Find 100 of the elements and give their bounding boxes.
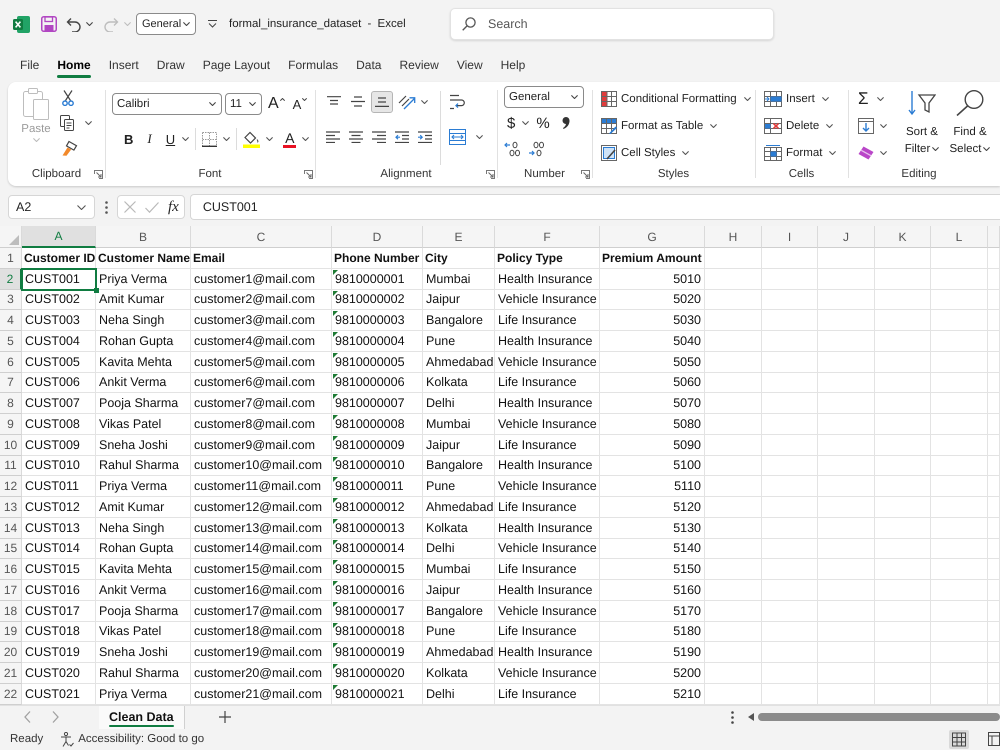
shrink-font-button[interactable]: A — [292, 96, 308, 112]
row-header[interactable]: 8 — [0, 393, 22, 414]
caret-icon[interactable] — [302, 137, 310, 141]
sheet-tab[interactable]: Clean Data — [99, 706, 185, 728]
menu-tab[interactable]: Formulas — [279, 52, 348, 80]
text-orientation-icon[interactable] — [398, 94, 416, 110]
row-header[interactable]: 21 — [0, 663, 22, 684]
italic-button[interactable]: I — [147, 131, 152, 147]
caret-icon[interactable] — [880, 124, 887, 128]
column-header[interactable]: B — [96, 226, 191, 248]
find-select-button[interactable]: Find & Select — [947, 88, 993, 158]
menu-tab[interactable]: Insert — [100, 52, 148, 80]
page-layout-icon[interactable] — [988, 732, 1000, 746]
menu-tab[interactable]: Help — [492, 52, 534, 80]
row-header[interactable]: 12 — [0, 476, 22, 497]
row-header[interactable]: 11 — [0, 456, 22, 476]
caret-icon[interactable] — [223, 137, 230, 141]
dialog-launcher-icon[interactable] — [486, 170, 494, 178]
add-sheet-icon[interactable] — [218, 711, 231, 723]
number-format-dropdown[interactable]: General — [504, 86, 584, 108]
row-header[interactable]: 7 — [0, 372, 22, 394]
row-header[interactable]: 6 — [0, 352, 22, 372]
decrease-decimal-icon[interactable] — [528, 141, 544, 157]
row-header[interactable]: 1 — [0, 248, 22, 269]
caret-icon[interactable] — [880, 151, 887, 155]
caret-icon[interactable] — [182, 137, 190, 141]
row-header[interactable]: 2 — [0, 268, 22, 290]
decrease-indent-icon[interactable] — [395, 131, 409, 143]
cell-styles-button[interactable]: Cell Styles — [601, 142, 690, 164]
app-icon[interactable] — [13, 16, 30, 32]
font-color-button[interactable]: A — [283, 130, 296, 148]
row-header[interactable]: 9 — [0, 414, 22, 435]
caret-icon[interactable] — [85, 121, 92, 125]
vertical-align-button[interactable] — [371, 91, 393, 113]
row-header[interactable]: 14 — [0, 518, 22, 538]
column-header[interactable]: F — [495, 226, 600, 248]
eraser-icon[interactable] — [858, 146, 874, 160]
row-header[interactable]: 22 — [0, 684, 22, 704]
caret-icon[interactable] — [876, 97, 884, 101]
row-header[interactable]: 3 — [0, 290, 22, 310]
accessibility-button[interactable]: Accessibility: Good to go — [60, 732, 204, 747]
menu-tab[interactable]: Review — [390, 52, 448, 80]
currency-button[interactable]: $ — [507, 114, 516, 132]
scroll-left-icon[interactable] — [748, 713, 754, 721]
row-header[interactable]: 16 — [0, 559, 22, 580]
column-header[interactable]: K — [875, 226, 931, 248]
font-name-dropdown[interactable]: Calibri — [112, 93, 222, 115]
conditional-formatting-button[interactable]: Conditional Formatting — [601, 88, 751, 110]
row-header[interactable]: 17 — [0, 580, 22, 601]
column-header[interactable]: A — [22, 226, 96, 248]
horizontal-scrollbar[interactable] — [748, 710, 1000, 724]
borders-icon[interactable] — [202, 132, 218, 146]
scissors-icon[interactable] — [62, 90, 74, 106]
dialog-launcher-icon[interactable] — [94, 170, 102, 178]
comma-style-icon[interactable] — [562, 117, 570, 129]
fill-handle[interactable] — [94, 288, 99, 292]
row-header[interactable]: 5 — [0, 331, 22, 352]
row-header[interactable]: 4 — [0, 310, 22, 331]
font-size-dropdown[interactable]: 11 — [225, 93, 262, 115]
caret-icon[interactable] — [266, 137, 274, 141]
scrollbar-thumb[interactable] — [758, 713, 1000, 721]
delete-cells-button[interactable]: Delete — [764, 115, 834, 137]
search-field[interactable]: Search — [450, 8, 774, 40]
caret-icon[interactable] — [86, 22, 93, 26]
column-header[interactable]: C — [191, 226, 332, 248]
align-right-icon[interactable] — [372, 131, 386, 143]
align-center-icon[interactable] — [349, 131, 363, 143]
insert-cells-button[interactable]: Insert — [764, 88, 829, 110]
save-icon[interactable] — [41, 16, 57, 32]
row-header[interactable]: 19 — [0, 622, 22, 642]
customize-icon[interactable] — [208, 20, 217, 28]
column-header[interactable]: L — [931, 226, 988, 248]
caret-icon[interactable] — [421, 100, 428, 104]
wrap-text-icon[interactable] — [449, 94, 465, 110]
format-as-table-button[interactable]: Format as Table — [601, 115, 718, 137]
column-header[interactable]: G — [600, 226, 705, 248]
menu-tab[interactable]: Draw — [148, 52, 194, 80]
name-box[interactable]: A2 — [8, 195, 95, 219]
column-header[interactable]: D — [332, 226, 423, 248]
row-header[interactable]: 10 — [0, 434, 22, 456]
menu-tab[interactable]: Home — [48, 52, 100, 80]
underline-button[interactable]: U — [166, 132, 176, 146]
grow-font-button[interactable]: A — [268, 95, 285, 113]
number-format-dropdown[interactable]: General — [136, 13, 196, 35]
column-header[interactable]: J — [818, 226, 875, 248]
more-icon[interactable] — [731, 710, 734, 724]
paintbrush-icon[interactable] — [62, 140, 78, 156]
align-left-icon[interactable] — [326, 131, 340, 143]
autosum-button[interactable]: Σ — [858, 89, 869, 109]
column-header[interactable]: I — [762, 226, 818, 248]
column-header[interactable]: H — [705, 226, 762, 248]
undo-icon[interactable] — [66, 16, 81, 32]
row-header[interactable]: 15 — [0, 538, 22, 560]
more-icon[interactable] — [105, 200, 108, 214]
fill-down-icon[interactable] — [858, 118, 874, 134]
dialog-launcher-icon[interactable] — [580, 170, 590, 178]
row-header[interactable]: 13 — [0, 497, 22, 518]
menu-tab[interactable]: File — [11, 52, 48, 80]
menu-tab[interactable]: View — [448, 52, 492, 80]
dialog-launcher-icon[interactable] — [304, 170, 312, 178]
